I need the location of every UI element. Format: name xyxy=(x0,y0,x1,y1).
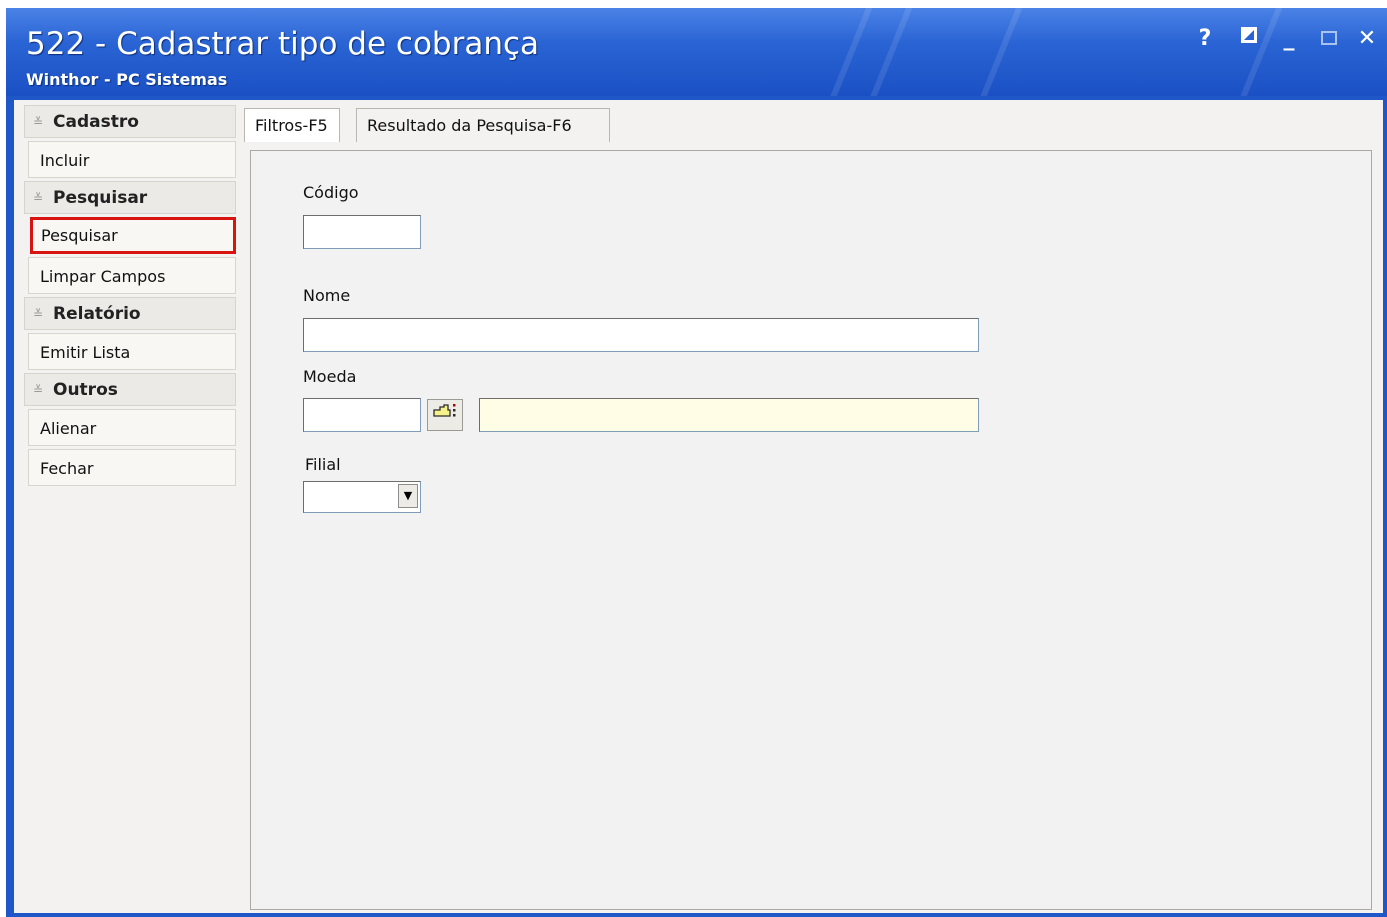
codigo-label: Código xyxy=(303,183,359,202)
double-chevron-down-icon: ≚ xyxy=(33,383,44,397)
tab-filtros[interactable]: Filtros-F5 xyxy=(244,108,340,142)
lookup-hand-icon xyxy=(433,404,456,417)
help-icon: ? xyxy=(1198,26,1212,51)
group-pesquisar[interactable]: ≚ Pesquisar xyxy=(24,181,236,214)
nome-input[interactable] xyxy=(303,318,979,352)
sidebar-item-pesquisar[interactable]: Pesquisar xyxy=(30,217,236,254)
maximize-button[interactable] xyxy=(1316,26,1342,52)
sidebar-item-limpar-campos[interactable]: Limpar Campos xyxy=(28,257,236,294)
app-window: 522 - Cadastrar tipo de cobrança Winthor… xyxy=(6,8,1387,917)
sidebar-item-incluir[interactable]: Incluir xyxy=(28,141,236,178)
client-area: ≚ Cadastro Incluir ≚ Pesquisar Pesquisar L… xyxy=(14,100,1383,913)
double-chevron-down-icon: ≚ xyxy=(33,115,44,129)
nome-label: Nome xyxy=(303,286,351,305)
restore-button[interactable] xyxy=(1236,26,1262,52)
tab-resultado-pesquisa[interactable]: Resultado da Pesquisa-F6 xyxy=(356,108,610,142)
sidebar-item-alienar[interactable]: Alienar xyxy=(28,409,236,446)
title-bar: 522 - Cadastrar tipo de cobrança Winthor… xyxy=(6,8,1387,96)
codigo-input[interactable] xyxy=(303,215,421,249)
minimize-icon: _ xyxy=(1283,26,1295,51)
filial-label: Filial xyxy=(305,455,341,474)
moeda-description-field xyxy=(479,398,979,432)
double-chevron-down-icon: ≚ xyxy=(33,191,44,205)
help-button[interactable]: ? xyxy=(1192,26,1218,52)
moeda-label: Moeda xyxy=(303,367,357,386)
close-icon: ✕ xyxy=(1357,26,1377,51)
maximize-icon xyxy=(1321,31,1337,45)
group-cadastro[interactable]: ≚ Cadastro xyxy=(24,105,236,138)
group-outros[interactable]: ≚ Outros xyxy=(24,373,236,406)
window-title: 522 - Cadastrar tipo de cobrança xyxy=(26,26,540,62)
double-chevron-down-icon: ≚ xyxy=(33,307,44,321)
dropdown-arrow-icon[interactable]: ▼ xyxy=(398,484,418,508)
window-subtitle: Winthor - PC Sistemas xyxy=(26,70,228,89)
minimize-button[interactable]: _ xyxy=(1276,26,1302,52)
filial-select[interactable]: ▼ xyxy=(303,481,421,513)
sidebar-item-emitir-lista[interactable]: Emitir Lista xyxy=(28,333,236,370)
sidebar-item-fechar[interactable]: Fechar xyxy=(28,449,236,486)
moeda-lookup-button[interactable] xyxy=(427,399,463,431)
group-relatorio[interactable]: ≚ Relatório xyxy=(24,297,236,330)
close-button[interactable]: ✕ xyxy=(1354,26,1380,52)
filters-panel: Código Nome Moeda Filial ▼ xyxy=(250,150,1372,910)
action-sidebar: ≚ Cadastro Incluir ≚ Pesquisar Pesquisar L… xyxy=(24,105,236,489)
moeda-code-input[interactable] xyxy=(303,398,421,432)
restore-icon xyxy=(1241,27,1257,43)
